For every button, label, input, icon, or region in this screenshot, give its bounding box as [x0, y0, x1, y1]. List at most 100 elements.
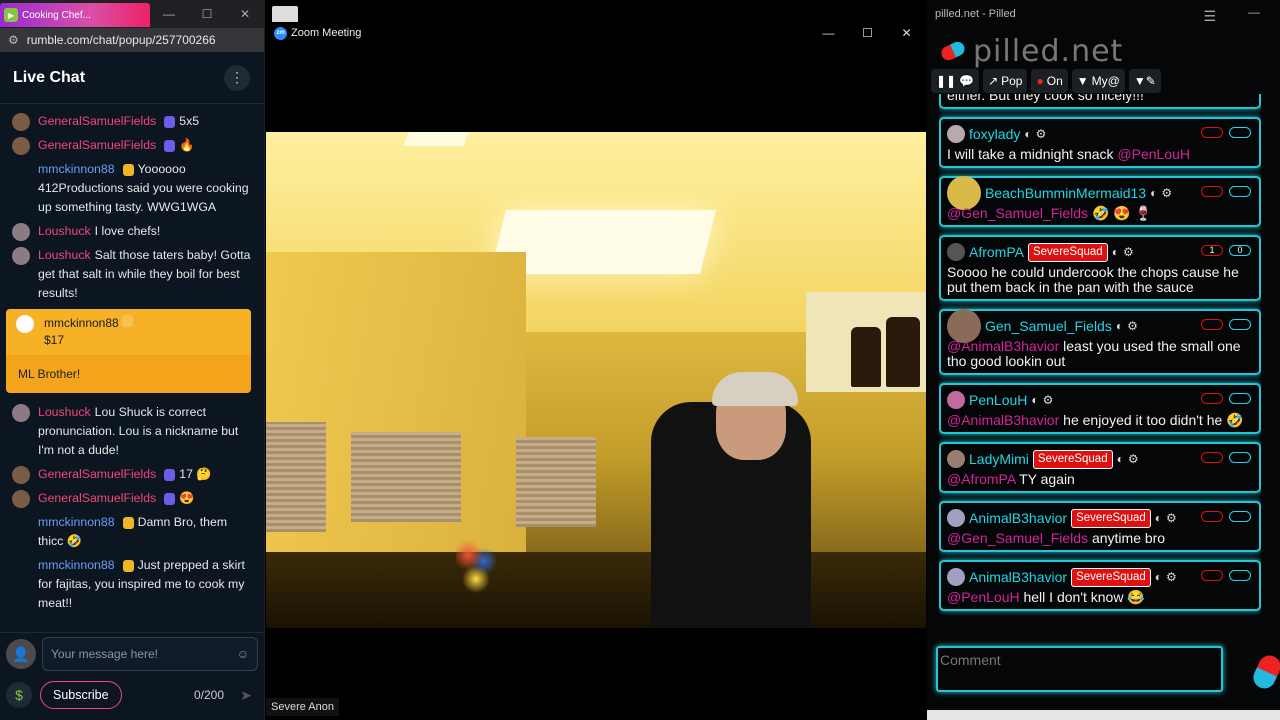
gear-icon[interactable]: ⚙	[1123, 245, 1134, 260]
rant-dollar-icon[interactable]: $	[6, 682, 32, 708]
downvote-button[interactable]	[1201, 570, 1223, 581]
mention-link[interactable]: @Gen_Samuel_Fields	[947, 530, 1088, 546]
avatar[interactable]	[12, 404, 30, 422]
username[interactable]: mmckinnon88	[38, 515, 115, 529]
username[interactable]: mmckinnon88	[38, 162, 115, 176]
filter-edit-button[interactable]: ▼✎	[1128, 69, 1161, 93]
downvote-button[interactable]: 1	[1201, 245, 1223, 256]
gear-icon[interactable]: ⚙	[1166, 511, 1177, 526]
more-vertical-icon[interactable]: ⋮	[224, 64, 250, 91]
avatar[interactable]	[12, 247, 30, 265]
avatar[interactable]	[12, 223, 30, 241]
downvote-button[interactable]	[1201, 393, 1223, 404]
close-icon[interactable]: ✕	[226, 0, 264, 28]
avatar[interactable]	[12, 490, 30, 508]
username[interactable]: GeneralSamuelFields	[38, 467, 156, 481]
subscribe-button[interactable]: Subscribe	[40, 681, 122, 709]
username[interactable]: GeneralSamuelFields	[38, 114, 156, 128]
mention-link[interactable]: @PenLouH	[1117, 146, 1190, 162]
avatar[interactable]	[947, 450, 965, 468]
gear-icon[interactable]: ⚙	[1128, 452, 1139, 467]
avatar[interactable]	[12, 113, 30, 131]
avatar[interactable]	[947, 125, 965, 143]
chat-message: Loushuck I love chefs!	[12, 222, 252, 241]
upvote-button[interactable]: 0	[1229, 245, 1251, 256]
mentions-filter-button[interactable]: ▼ My@	[1071, 69, 1125, 93]
minimize-icon[interactable]: —	[1248, 5, 1260, 19]
on-button[interactable]: ● On	[1031, 69, 1068, 93]
char-count: 0/200	[193, 688, 224, 702]
downvote-button[interactable]	[1201, 511, 1223, 522]
upvote-button[interactable]	[1229, 127, 1251, 138]
chat-input-placeholder: Your message here!	[51, 647, 158, 661]
pop-label: Pop	[1001, 74, 1023, 88]
pop-button[interactable]: ↗ Pop	[983, 69, 1028, 93]
username[interactable]: AnimalB3havior	[969, 569, 1067, 585]
username[interactable]: Gen_Samuel_Fields	[985, 318, 1112, 334]
upvote-button[interactable]	[1229, 570, 1251, 581]
close-icon[interactable]: ✕	[887, 22, 926, 44]
avatar[interactable]	[12, 161, 30, 179]
username[interactable]: AfromPA	[969, 244, 1024, 260]
username[interactable]: GeneralSamuelFields	[38, 491, 156, 505]
downvote-button[interactable]	[1201, 186, 1223, 197]
username[interactable]: LadyMimi	[969, 451, 1029, 467]
mention-link[interactable]: @AnimalB3havior	[947, 412, 1059, 428]
avatar[interactable]	[947, 391, 965, 409]
live-chat-header: Live Chat ⋮	[0, 52, 264, 104]
avatar[interactable]	[947, 568, 965, 586]
filter-pencil-icon: ▼✎	[1133, 74, 1156, 88]
mention-link[interactable]: @AfromPA	[947, 471, 1015, 487]
gear-icon[interactable]: ⚙	[1166, 570, 1177, 585]
username[interactable]: Loushuck	[38, 224, 91, 238]
downvote-button[interactable]	[1201, 319, 1223, 330]
username[interactable]: Loushuck	[38, 248, 91, 262]
downvote-button[interactable]	[1201, 127, 1223, 138]
minimize-icon[interactable]: —	[150, 0, 188, 28]
address-bar[interactable]: ⚙ rumble.com/chat/popup/257700266	[0, 28, 264, 52]
rant-message[interactable]: mmckinnon88 $17 ML Brother!	[6, 309, 251, 393]
browser-tab[interactable]: ▶ Cooking Chef...	[0, 3, 150, 27]
avatar[interactable]	[12, 137, 30, 155]
send-pill-icon[interactable]	[1249, 651, 1280, 693]
username[interactable]: AnimalB3havior	[969, 510, 1067, 526]
username[interactable]: PenLouH	[969, 392, 1027, 408]
avatar[interactable]	[12, 466, 30, 484]
username[interactable]: BeachBumminMermaid13	[985, 185, 1146, 201]
upvote-button[interactable]	[1229, 393, 1251, 404]
minimize-icon[interactable]: —	[809, 22, 848, 44]
comment-input[interactable]: Comment	[936, 646, 1223, 692]
chat-toggle-button[interactable]: ❚❚ 💬	[931, 69, 980, 93]
upvote-button[interactable]	[1229, 452, 1251, 463]
user-avatar[interactable]: 👤	[6, 639, 36, 669]
username[interactable]: GeneralSamuelFields	[38, 138, 156, 152]
mention-link[interactable]: @Gen_Samuel_Fields	[947, 205, 1088, 221]
avatar[interactable]	[12, 557, 30, 575]
rant-username[interactable]: mmckinnon88	[44, 316, 119, 330]
gear-icon[interactable]: ⚙	[1127, 319, 1138, 334]
send-icon[interactable]: ➤	[234, 683, 258, 707]
chat-input[interactable]: Your message here! ☺	[42, 637, 258, 671]
upvote-button[interactable]	[1229, 511, 1251, 522]
avatar[interactable]	[947, 509, 965, 527]
downvote-button[interactable]	[1201, 452, 1223, 463]
squad-tag: SevereSquad	[1071, 567, 1151, 587]
avatar[interactable]	[12, 514, 30, 532]
username[interactable]: Loushuck	[38, 405, 91, 419]
username[interactable]: mmckinnon88	[38, 558, 115, 572]
upvote-button[interactable]	[1229, 186, 1251, 197]
upvote-button[interactable]	[1229, 319, 1251, 330]
maximize-icon[interactable]: ☐	[188, 0, 226, 28]
avatar[interactable]	[947, 243, 965, 261]
maximize-icon[interactable]: ☐	[848, 22, 887, 44]
username[interactable]: foxylady	[969, 126, 1020, 142]
mention-link[interactable]: @AnimalB3havior	[947, 338, 1059, 354]
mention-link[interactable]: @PenLouH	[947, 589, 1020, 605]
gear-icon[interactable]: ⚙	[1036, 127, 1047, 142]
menu-icon[interactable]: ☰	[1203, 8, 1216, 25]
gear-icon[interactable]: ⚙	[1043, 393, 1054, 408]
site-settings-icon[interactable]: ⚙	[8, 33, 19, 47]
emoji-icon[interactable]: ☺	[237, 647, 249, 661]
message-body: @Gen_Samuel_Fields anytime bro	[947, 531, 1253, 546]
gear-icon[interactable]: ⚙	[1161, 186, 1172, 201]
